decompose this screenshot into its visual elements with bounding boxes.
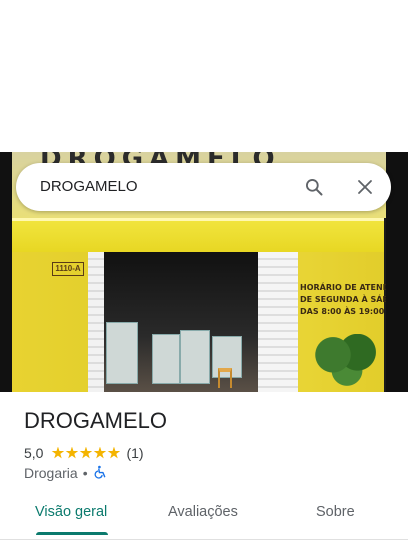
door-frame-right — [258, 252, 298, 392]
door-frame-left — [88, 252, 104, 392]
hours-sign: HORÁRIO DE ATENDI DE SEGUNDA À SÁB DAS 8… — [300, 282, 400, 318]
potted-plant — [312, 334, 382, 386]
hours-line: DAS 8:00 ÀS 19:00 H — [300, 307, 394, 316]
tab-reviews[interactable]: Avaliações — [168, 504, 238, 520]
star-icon — [93, 446, 107, 459]
separator-dot: • — [82, 465, 88, 481]
display-shelf — [180, 330, 210, 384]
rating-row[interactable]: 5,0 (1) — [24, 445, 144, 461]
place-title: DROGAMELO — [24, 408, 168, 433]
hours-line: HORÁRIO DE ATENDI — [300, 283, 393, 292]
star-rating — [51, 446, 121, 460]
star-icon — [79, 446, 93, 459]
store-interior — [104, 252, 258, 392]
hours-line: DE SEGUNDA À SÁB — [300, 295, 389, 304]
photo-edge-left — [0, 152, 12, 392]
tab-about[interactable]: Sobre — [316, 504, 355, 520]
tabs-divider — [0, 539, 408, 540]
star-icon — [107, 446, 121, 459]
display-shelf — [106, 322, 138, 384]
category-row: Drogaria • — [24, 465, 107, 481]
search-bar[interactable]: DROGAMELO — [16, 163, 391, 211]
close-icon[interactable] — [353, 175, 377, 199]
display-shelf — [152, 334, 180, 384]
rating-value: 5,0 — [24, 445, 44, 461]
search-icon[interactable] — [302, 175, 326, 199]
star-icon — [51, 446, 65, 459]
search-input[interactable]: DROGAMELO — [40, 178, 138, 195]
wheelchair-icon — [93, 465, 107, 482]
address-plate: 1110-A — [52, 262, 84, 276]
stool — [218, 368, 232, 388]
active-tab-indicator — [36, 532, 108, 535]
star-icon — [65, 446, 79, 459]
tab-overview[interactable]: Visão geral — [35, 504, 107, 520]
place-tabs: Visão geral Avaliações Sobre — [0, 496, 408, 538]
review-count[interactable]: (1) — [126, 445, 143, 461]
category-label: Drogaria — [24, 465, 78, 481]
